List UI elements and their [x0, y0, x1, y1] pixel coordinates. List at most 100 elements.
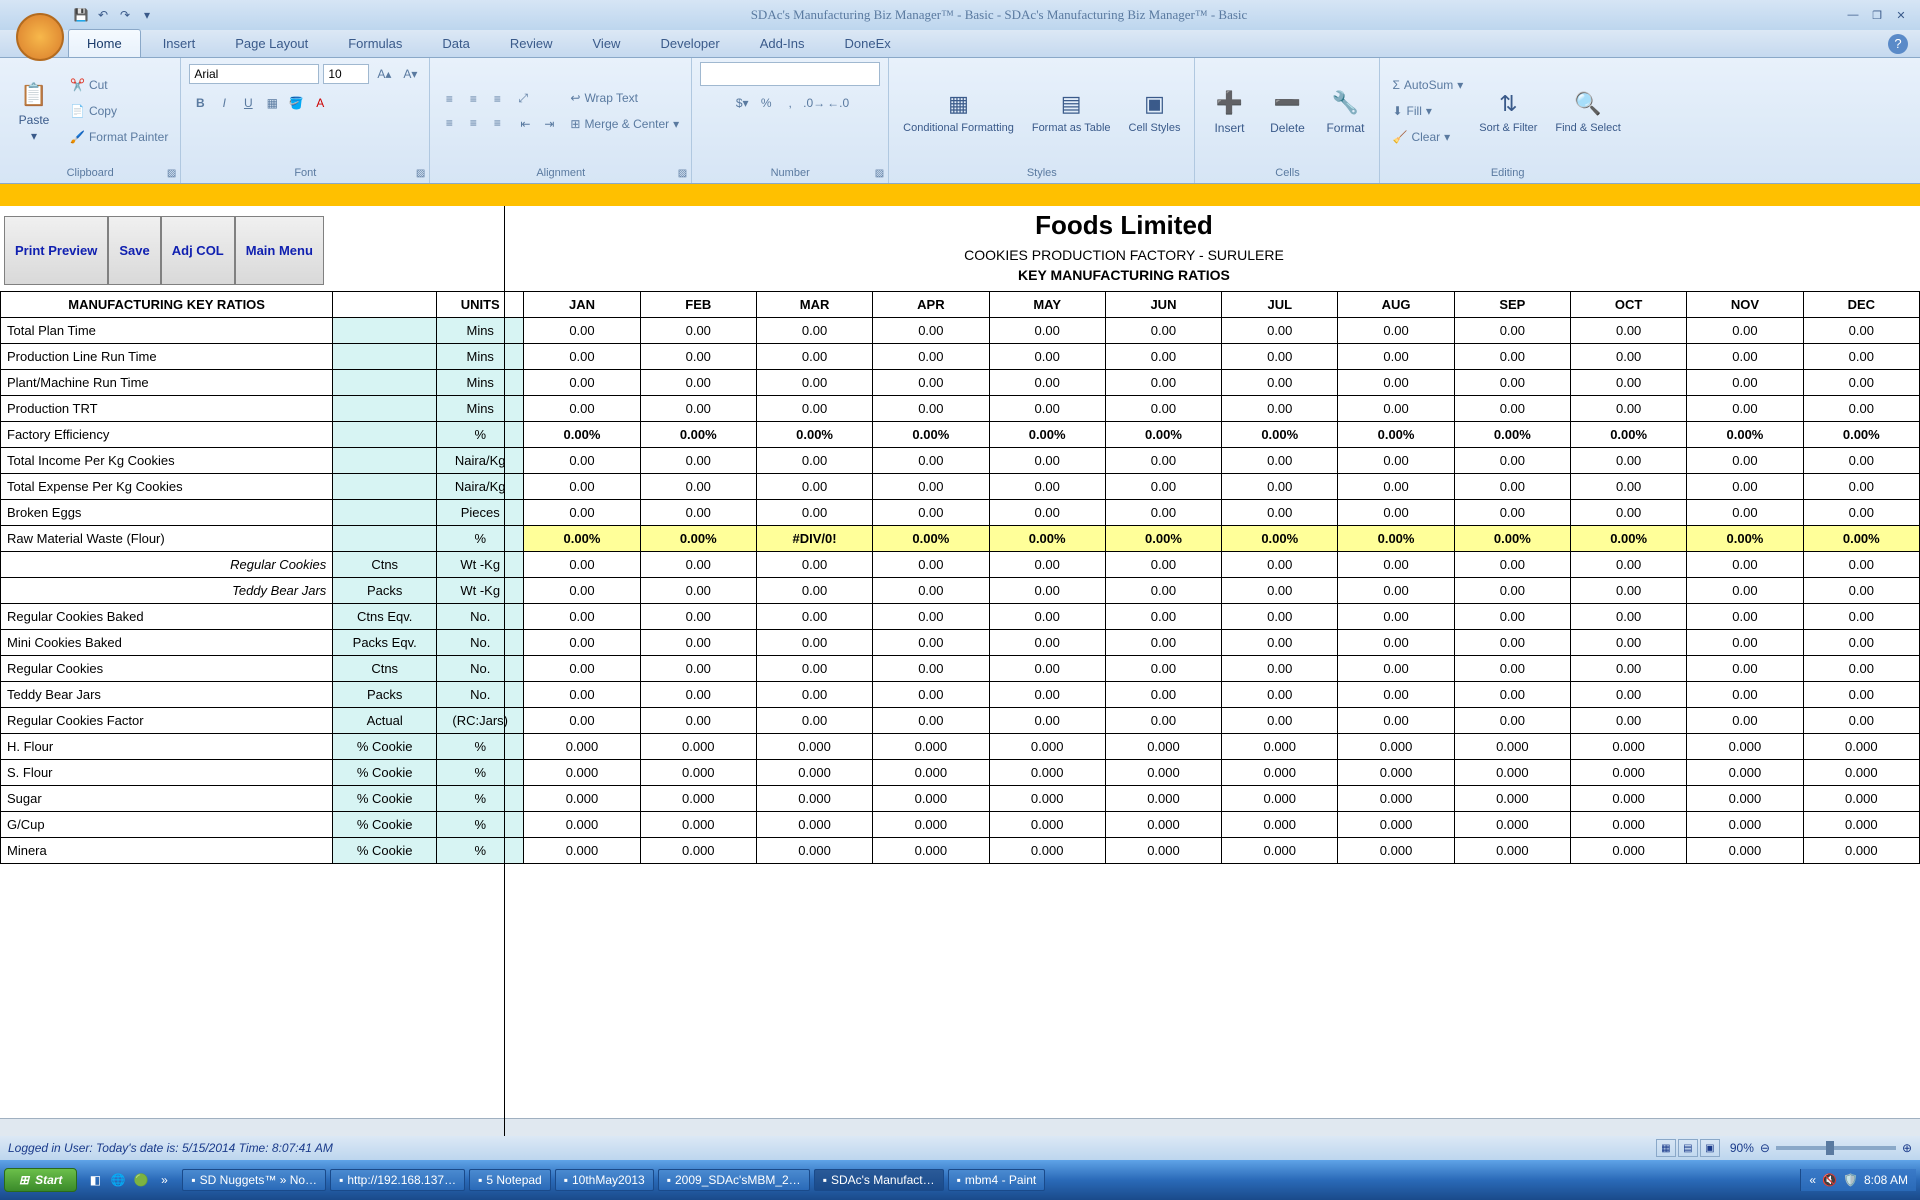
tray-expand-icon[interactable]: «: [1809, 1173, 1816, 1187]
cell-value[interactable]: 0.000: [1454, 734, 1570, 760]
cell-value[interactable]: 0.00: [1571, 708, 1687, 734]
cell-value[interactable]: 0.000: [1105, 838, 1221, 864]
cell-value[interactable]: 0.00: [1105, 500, 1221, 526]
cell-value[interactable]: 0.000: [1687, 786, 1803, 812]
cell-value[interactable]: 0.00: [1222, 448, 1338, 474]
zoom-slider[interactable]: [1776, 1146, 1896, 1150]
cell-value[interactable]: 0.00: [640, 448, 756, 474]
cell-value[interactable]: 0.000: [756, 734, 872, 760]
cell-value[interactable]: 0.00%: [873, 422, 989, 448]
cell-value[interactable]: 0.00: [756, 604, 872, 630]
cell-value[interactable]: 0.00: [1571, 500, 1687, 526]
cell-value[interactable]: 0.000: [1454, 786, 1570, 812]
cell-value[interactable]: 0.00%: [524, 526, 640, 552]
cell-value[interactable]: 0.000: [989, 786, 1105, 812]
cell-value[interactable]: 0.000: [524, 760, 640, 786]
cell-value[interactable]: 0.00: [1338, 552, 1454, 578]
cell-value[interactable]: 0.000: [989, 838, 1105, 864]
cell-value[interactable]: 0.000: [873, 734, 989, 760]
table-row[interactable]: Regular CookiesCtnsNo.0.000.000.000.000.…: [1, 656, 1920, 682]
cell-value[interactable]: 0.00%: [1687, 422, 1803, 448]
cell-value[interactable]: 0.00: [1222, 578, 1338, 604]
cell-value[interactable]: 0.000: [1222, 838, 1338, 864]
cell-value[interactable]: 0.00: [989, 682, 1105, 708]
currency-icon[interactable]: $▾: [731, 92, 753, 114]
cell-value[interactable]: 0.00%: [873, 526, 989, 552]
cell-value[interactable]: 0.000: [1222, 760, 1338, 786]
cell-value[interactable]: 0.00: [989, 344, 1105, 370]
cell-value[interactable]: 0.00: [873, 656, 989, 682]
cell-value[interactable]: 0.00: [1222, 318, 1338, 344]
cell-value[interactable]: 0.000: [873, 760, 989, 786]
cell-value[interactable]: 0.00: [1803, 474, 1919, 500]
cell-value[interactable]: 0.00: [1222, 344, 1338, 370]
cell-value[interactable]: 0.00: [640, 396, 756, 422]
cell-value[interactable]: 0.000: [1454, 838, 1570, 864]
cell-value[interactable]: 0.00: [524, 604, 640, 630]
cell-value[interactable]: 0.00: [1571, 656, 1687, 682]
delete-cells-button[interactable]: ➖Delete: [1261, 85, 1313, 137]
cell-value[interactable]: 0.00: [1222, 682, 1338, 708]
cell-value[interactable]: 0.00: [1105, 552, 1221, 578]
cell-value[interactable]: 0.00: [1571, 396, 1687, 422]
cell-value[interactable]: 0.000: [873, 786, 989, 812]
cell-value[interactable]: 0.00: [640, 552, 756, 578]
cell-value[interactable]: 0.00: [1454, 708, 1570, 734]
cell-value[interactable]: 0.00: [524, 318, 640, 344]
cell-value[interactable]: 0.00: [640, 578, 756, 604]
cell-value[interactable]: 0.00: [1454, 344, 1570, 370]
cell-value[interactable]: 0.00: [640, 630, 756, 656]
table-row[interactable]: Minera% Cookie%0.0000.0000.0000.0000.000…: [1, 838, 1920, 864]
minimize-button[interactable]: —: [1842, 6, 1864, 24]
cell-value[interactable]: 0.00: [756, 474, 872, 500]
ql-icon[interactable]: 🟢: [131, 1170, 151, 1190]
taskbar-item[interactable]: ▪http://192.168.137…: [330, 1169, 465, 1191]
cell-value[interactable]: 0.000: [1571, 786, 1687, 812]
cell-value[interactable]: 0.00: [989, 656, 1105, 682]
table-row[interactable]: Production TRTMins0.000.000.000.000.000.…: [1, 396, 1920, 422]
cell-value[interactable]: 0.00: [1687, 370, 1803, 396]
cell-value[interactable]: 0.00: [1803, 708, 1919, 734]
fill-button[interactable]: ⬇ Fill ▾: [1388, 99, 1467, 123]
cell-value[interactable]: 0.00%: [1803, 526, 1919, 552]
cell-value[interactable]: 0.000: [1571, 734, 1687, 760]
cell-value[interactable]: 0.00%: [1687, 526, 1803, 552]
cell-value[interactable]: 0.00: [1687, 552, 1803, 578]
cell-value[interactable]: 0.000: [1222, 812, 1338, 838]
cell-value[interactable]: 0.00%: [640, 526, 756, 552]
cell-value[interactable]: 0.00: [756, 370, 872, 396]
format-cells-button[interactable]: 🔧Format: [1319, 85, 1371, 137]
cell-value[interactable]: 0.00: [1454, 396, 1570, 422]
cell-value[interactable]: 0.00: [1105, 630, 1221, 656]
table-row[interactable]: Total Plan TimeMins0.000.000.000.000.000…: [1, 318, 1920, 344]
paste-button[interactable]: 📋 Paste ▾: [8, 77, 60, 145]
percent-icon[interactable]: %: [755, 92, 777, 114]
cell-value[interactable]: 0.00: [873, 630, 989, 656]
table-row[interactable]: Raw Material Waste (Flour)%0.00%0.00%#DI…: [1, 526, 1920, 552]
cell-value[interactable]: 0.00: [756, 708, 872, 734]
cell-value[interactable]: 0.00: [1803, 370, 1919, 396]
cell-value[interactable]: 0.00%: [1454, 526, 1570, 552]
cell-value[interactable]: 0.00: [1105, 682, 1221, 708]
adj-col-button[interactable]: Adj COL: [161, 216, 235, 285]
italic-button[interactable]: I: [213, 92, 235, 114]
cell-value[interactable]: 0.00: [1687, 656, 1803, 682]
main-menu-button[interactable]: Main Menu: [235, 216, 324, 285]
font-color-button[interactable]: A: [309, 92, 331, 114]
dialog-launcher-icon[interactable]: ▨: [875, 168, 884, 179]
cell-value[interactable]: 0.000: [756, 786, 872, 812]
number-format-select[interactable]: [700, 62, 880, 86]
autosum-button[interactable]: Σ AutoSum ▾: [1388, 73, 1467, 97]
cell-value[interactable]: 0.00: [1803, 344, 1919, 370]
cell-value[interactable]: 0.00: [524, 708, 640, 734]
cell-value[interactable]: 0.00: [873, 474, 989, 500]
cell-value[interactable]: 0.00: [1338, 682, 1454, 708]
cell-value[interactable]: 0.00: [1687, 604, 1803, 630]
cell-value[interactable]: 0.00: [1222, 708, 1338, 734]
align-bottom-left-icon[interactable]: ≡: [438, 112, 460, 134]
cell-value[interactable]: 0.00%: [1338, 526, 1454, 552]
cell-value[interactable]: 0.00: [1105, 396, 1221, 422]
cell-value[interactable]: 0.00: [1687, 396, 1803, 422]
cell-value[interactable]: 0.00: [1803, 552, 1919, 578]
align-bottom-center-icon[interactable]: ≡: [462, 112, 484, 134]
